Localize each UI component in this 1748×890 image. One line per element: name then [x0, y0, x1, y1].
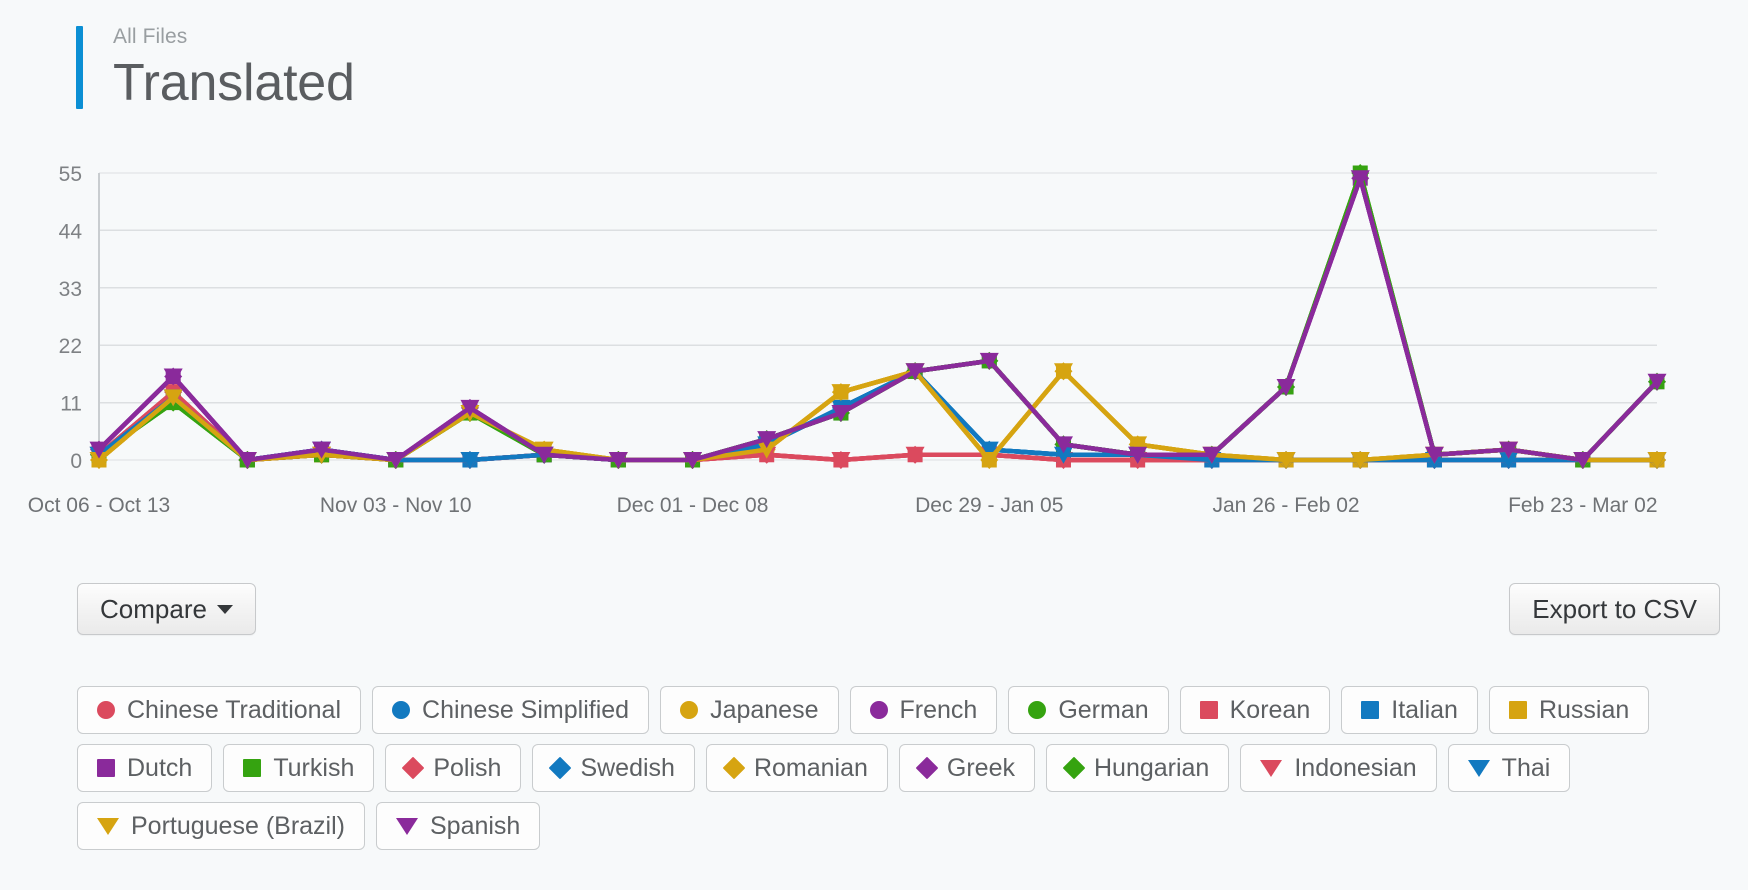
- export-to-csv-button[interactable]: Export to CSV: [1509, 583, 1720, 635]
- legend-item-label: Dutch: [127, 753, 193, 782]
- legend-item-chinese-traditional[interactable]: Chinese Traditional: [77, 686, 362, 734]
- chevron-down-icon: [216, 604, 233, 614]
- compare-button-label: Compare: [100, 594, 207, 624]
- legend-item-label: Swedish: [580, 753, 675, 782]
- legend-item-chinese-simplified[interactable]: Chinese Simplified: [372, 686, 650, 734]
- legend-item-korean[interactable]: Korean: [1179, 686, 1331, 734]
- legend-item-label: Hungarian: [1093, 753, 1210, 782]
- chart-container: 0 11 22 33 44 55 Oct 06 - Oct 13 Nov 03 - Nov 1…: [0, 140, 1748, 560]
- triangle-down-marker-icon: [97, 817, 119, 835]
- legend-item-french[interactable]: French: [849, 686, 998, 734]
- x-axis-tick-label: Jan 26 - Feb 02: [1213, 494, 1360, 517]
- legend-item-label: German: [1058, 695, 1149, 724]
- legend-item-label: Italian: [1391, 695, 1458, 724]
- translated-line-chart: 0 11 22 33 44 55 Oct 06 - Oct 13 Nov 03 - Nov 1…: [28, 163, 1667, 517]
- legend-item-spanish[interactable]: Spanish: [375, 802, 541, 850]
- legend-item-label: Chinese Traditional: [127, 695, 342, 724]
- legend-item-label: Romanian: [753, 753, 868, 782]
- legend-item-italian[interactable]: Italian: [1341, 686, 1478, 734]
- legend-item-portuguese-brazil-[interactable]: Portuguese (Brazil): [77, 802, 365, 850]
- series-legend: Chinese Traditional Chinese Simplified Jap…: [77, 686, 1677, 850]
- legend-item-label: Japanese: [710, 695, 819, 724]
- x-axis-tick-label: Dec 29 - Jan 05: [915, 494, 1063, 517]
- square-marker-icon: [1199, 701, 1218, 719]
- page-root: All Files Translated 0 11 22 33 44 55 Oct 06 -…: [0, 0, 1748, 890]
- legend-item-label: Polish: [433, 753, 502, 782]
- x-axis-tick-label: Feb 23 - Mar 02: [1508, 494, 1657, 517]
- legend-item-label: Indonesian: [1294, 753, 1417, 782]
- legend-item-label: Greek: [946, 753, 1015, 782]
- y-axis-tick-label: 11: [60, 393, 82, 416]
- page-title: Translated: [113, 54, 355, 112]
- series-turkish: [91, 165, 1665, 468]
- x-axis-tick-label: Nov 03 - Nov 10: [320, 494, 472, 517]
- y-axis-tick-label: 44: [59, 220, 83, 243]
- legend-item-dutch[interactable]: Dutch: [77, 744, 213, 792]
- legend-item-label: Russian: [1538, 695, 1630, 724]
- x-axis-tick-label: Oct 06 - Oct 13: [28, 494, 170, 517]
- header-text-block: All Files Translated: [113, 26, 355, 109]
- diamond-marker-icon: [1062, 756, 1086, 780]
- breadcrumb: All Files: [113, 25, 188, 48]
- legend-item-greek[interactable]: Greek: [898, 744, 1035, 792]
- triangle-down-marker-icon: [1467, 759, 1490, 777]
- series-french: [91, 170, 1665, 468]
- legend-item-turkish[interactable]: Turkish: [223, 744, 375, 792]
- legend-item-label: Portuguese (Brazil): [131, 811, 345, 840]
- series-line: [96, 175, 1660, 463]
- series-dutch: [91, 170, 1665, 468]
- legend-item-japanese[interactable]: Japanese: [660, 686, 839, 734]
- legend-item-romanian[interactable]: Romanian: [705, 744, 888, 792]
- square-marker-icon: [1361, 701, 1380, 719]
- circle-marker-icon: [869, 701, 888, 719]
- legend-item-hungarian[interactable]: Hungarian: [1045, 744, 1230, 792]
- compare-button[interactable]: Compare: [77, 583, 256, 635]
- legend-item-label: Thai: [1501, 753, 1551, 782]
- legend-item-label: French: [899, 695, 978, 724]
- diamond-marker-icon: [402, 756, 425, 780]
- series-german: [91, 165, 1665, 468]
- legend-item-german[interactable]: German: [1008, 686, 1169, 734]
- square-marker-icon: [1508, 701, 1527, 719]
- y-axis-tick-label: 22: [59, 335, 82, 358]
- legend-item-swedish[interactable]: Swedish: [532, 744, 695, 792]
- legend-item-polish[interactable]: Polish: [385, 744, 522, 792]
- legend-item-label: Korean: [1229, 695, 1311, 724]
- x-axis-tick-label: Dec 01 - Dec 08: [617, 494, 769, 517]
- square-marker-icon: [97, 759, 115, 777]
- legend-item-thai[interactable]: Thai: [1447, 744, 1571, 792]
- square-marker-icon: [243, 759, 262, 777]
- triangle-down-marker-icon: [1260, 759, 1283, 777]
- header-accent-bar: [76, 26, 83, 109]
- y-axis-tick-label: 0: [70, 450, 82, 473]
- legend-item-label: Spanish: [429, 811, 521, 840]
- legend-item-russian[interactable]: Russian: [1488, 686, 1650, 734]
- series-greek: [90, 169, 1666, 469]
- y-axis-tick-label: 33: [59, 278, 82, 301]
- triangle-down-marker-icon: [395, 817, 418, 835]
- circle-marker-icon: [1028, 701, 1047, 719]
- diamond-marker-icon: [915, 756, 939, 780]
- chart-controls: Compare Export to CSV: [0, 583, 1748, 653]
- series-hungarian: [90, 164, 1666, 469]
- legend-item-label: Chinese Simplified: [422, 695, 630, 724]
- legend-item-indonesian[interactable]: Indonesian: [1240, 744, 1437, 792]
- circle-marker-icon: [392, 701, 411, 719]
- series-spanish: [89, 170, 1667, 469]
- diamond-marker-icon: [549, 756, 572, 780]
- page-header: All Files Translated: [76, 26, 355, 109]
- diamond-marker-icon: [722, 756, 746, 780]
- y-axis-tick-label: 55: [59, 163, 82, 186]
- circle-marker-icon: [97, 701, 115, 719]
- legend-item-label: Turkish: [273, 753, 355, 782]
- circle-marker-icon: [680, 701, 699, 719]
